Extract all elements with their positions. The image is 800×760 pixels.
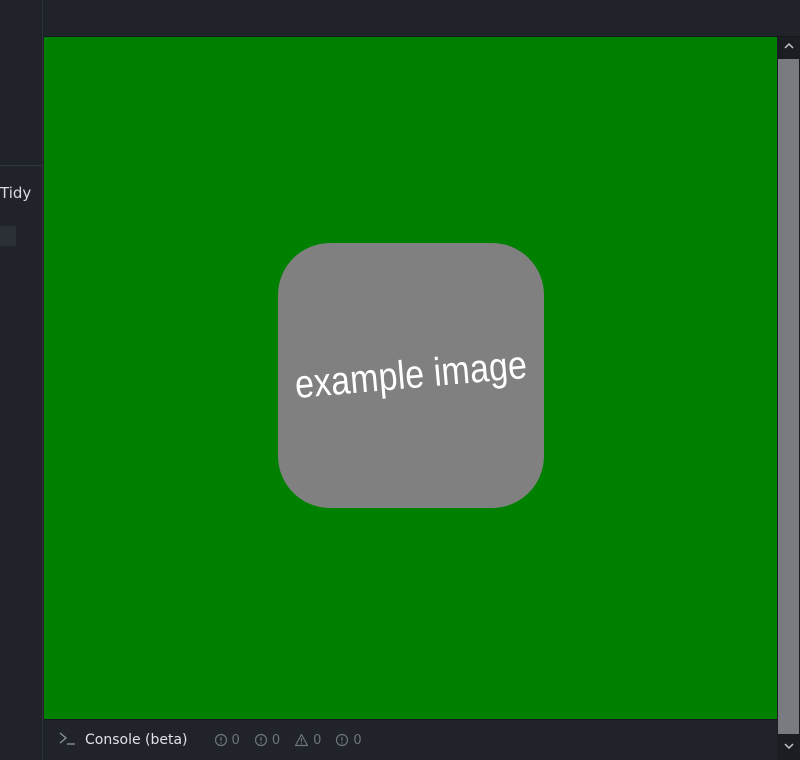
console-counts: 0 0 0 0 — [214, 733, 376, 748]
app-root: Tidy example image Console (beta) 0 0 0 … — [0, 0, 800, 760]
log-count[interactable]: 0 — [335, 732, 362, 748]
example-image-text: example image — [293, 342, 529, 408]
info-count-value: 0 — [271, 732, 281, 748]
panel-divider — [0, 165, 43, 166]
preview-scrollbar[interactable] — [777, 37, 800, 760]
log-icon — [336, 733, 349, 747]
warning-icon — [294, 733, 309, 747]
scrollbar-thumb[interactable] — [778, 59, 799, 734]
console-label[interactable]: Console (beta) — [85, 732, 188, 748]
editor-panel: Tidy — [0, 0, 43, 760]
preview-toolbar — [44, 0, 800, 37]
chevron-down-icon[interactable] — [777, 737, 800, 759]
terminal-prompt-icon — [58, 730, 80, 750]
error-count[interactable]: 0 — [214, 733, 240, 748]
console-bar[interactable]: Console (beta) 0 0 0 0 — [44, 719, 777, 760]
warning-count[interactable]: 0 — [294, 733, 321, 748]
error-icon — [214, 733, 227, 747]
tidy-button[interactable]: Tidy — [0, 184, 31, 202]
example-image: example image — [278, 243, 544, 508]
info-count[interactable]: 0 — [254, 733, 280, 748]
warning-count-value: 0 — [313, 732, 322, 748]
info-icon — [254, 733, 267, 747]
log-count-value: 0 — [353, 732, 362, 748]
chevron-up-icon[interactable] — [777, 37, 800, 59]
editor-field[interactable] — [0, 226, 16, 246]
error-count-value: 0 — [231, 732, 240, 748]
preview-frame[interactable]: example image — [44, 37, 777, 719]
